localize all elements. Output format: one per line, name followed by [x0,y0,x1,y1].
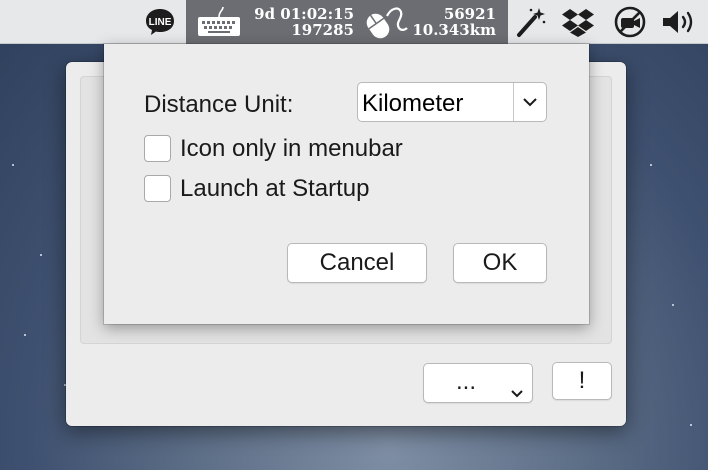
select-divider [513,83,514,121]
launch-at-startup-checkbox[interactable] [144,175,171,202]
icon-only-label[interactable]: Icon only in menubar [180,135,403,163]
star [672,304,674,306]
keystrokes-value: 197285 [291,21,354,39]
mouse-stat: 56921 10.343km [408,6,496,38]
svg-text:LINE: LINE [149,17,172,28]
mouse-icon [360,0,410,44]
cancel-button[interactable]: Cancel [287,243,427,283]
star [12,164,14,166]
alert-button[interactable]: ! [552,362,612,400]
stats-highlight[interactable]: 9d 01:02:15 197285 56921 10.343km [186,0,508,44]
uptime-stat: 9d 01:02:15 197285 [248,6,354,38]
star [650,164,652,166]
distance-unit-label: Distance Unit: [144,91,294,118]
star [690,424,692,426]
distance-unit-select[interactable]: Kilometer [357,82,547,122]
preferences-sheet: Distance Unit: Kilometer Icon only in me… [104,44,589,324]
distance-unit-value: Kilometer [362,90,464,117]
chevron-down-icon [510,378,524,406]
alert-button-label: ! [578,367,586,394]
no-camera-icon[interactable] [610,0,650,44]
star [40,254,42,256]
volume-icon[interactable] [658,0,700,44]
star [24,334,26,336]
more-options-label: ... [456,368,477,395]
clicks-value: 56921 [443,5,496,23]
cancel-button-label: Cancel [319,249,395,276]
keyboard-icon [194,0,244,44]
ok-button[interactable]: OK [453,243,547,283]
more-options-popup[interactable]: ... [423,363,533,403]
menu-bar: LINE 9d 01:02:15 197285 56921 10.343km [0,0,708,44]
dropbox-icon[interactable] [558,0,598,44]
magic-wand-icon[interactable] [510,0,550,44]
chevron-down-icon [522,95,538,113]
distance-value: 10.343km [412,21,496,39]
ok-button-label: OK [482,249,518,276]
line-app-icon[interactable]: LINE [142,0,178,44]
icon-only-checkbox[interactable] [144,135,171,162]
uptime-value: 9d 01:02:15 [254,5,354,23]
launch-at-startup-label[interactable]: Launch at Startup [180,175,369,203]
